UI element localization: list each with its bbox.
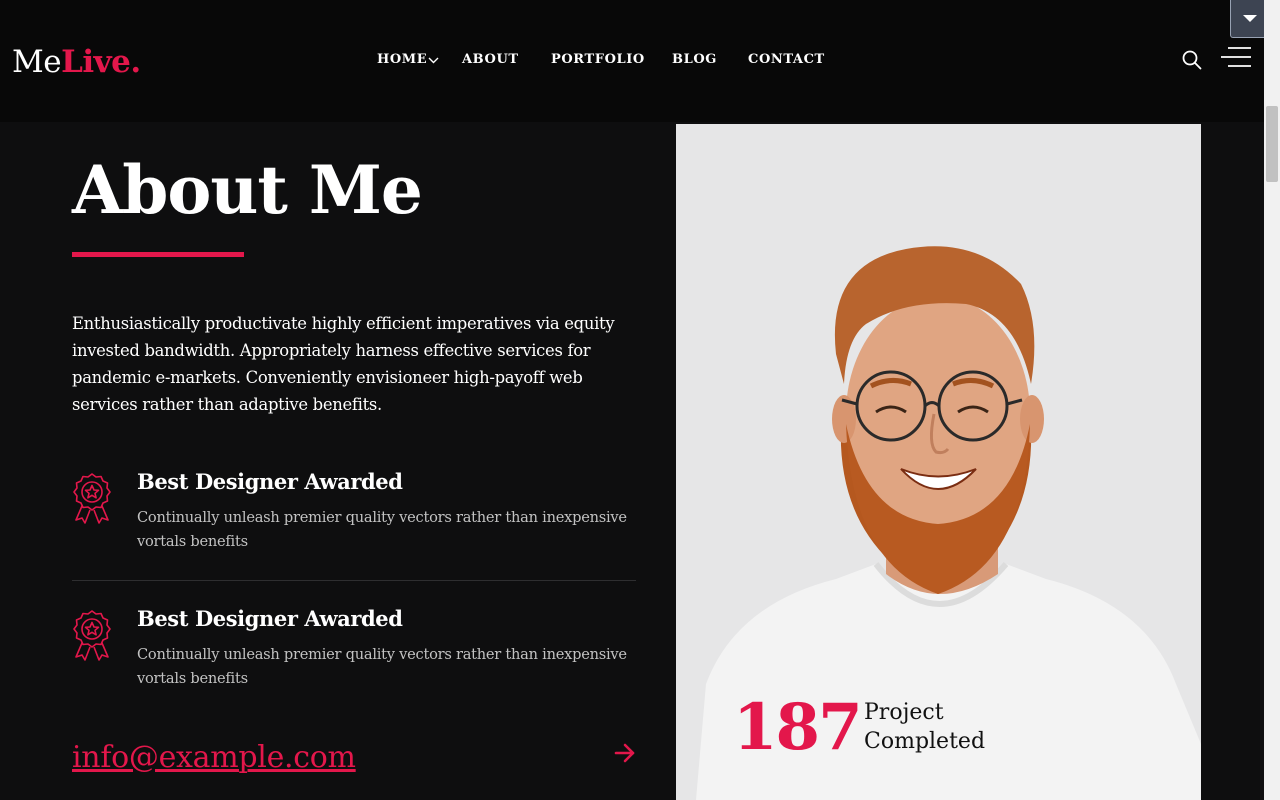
email-link[interactable]: info@example.com <box>72 738 356 778</box>
award-title: Best Designer Awarded <box>137 606 403 631</box>
about-intro: Enthusiastically productivate highly eff… <box>72 314 615 414</box>
logo-dot: . <box>130 44 141 80</box>
nav-item-home[interactable]: HOME <box>377 50 427 70</box>
award-ribbon-icon <box>73 473 111 524</box>
site-logo[interactable]: MeLive. <box>12 40 141 84</box>
chevron-down-icon[interactable] <box>428 57 439 64</box>
nav-item-portfolio[interactable]: PORTFOLIO <box>551 50 645 70</box>
caret-down-icon <box>1243 15 1257 22</box>
scrollbar-thumb[interactable] <box>1266 106 1278 182</box>
stat-label: Project Completed <box>864 700 986 754</box>
logo-text-live: Live <box>61 44 131 80</box>
award-title: Best Designer Awarded <box>137 469 403 494</box>
arrow-right-icon[interactable] <box>614 742 636 764</box>
nav-item-blog[interactable]: BLOG <box>672 50 717 70</box>
nav-item-about[interactable]: ABOUT <box>462 50 519 70</box>
search-icon[interactable] <box>1182 50 1202 70</box>
title-underline <box>72 252 244 257</box>
award-ribbon-icon <box>73 610 111 661</box>
hamburger-menu-icon[interactable] <box>1220 46 1252 68</box>
nav-item-contact[interactable]: CONTACT <box>748 50 825 70</box>
page-title: About Me <box>72 151 423 229</box>
browser-dropdown-button[interactable] <box>1230 0 1268 38</box>
award-description: Continually unleash premier quality vect… <box>137 646 627 687</box>
award-description: Continually unleash premier quality vect… <box>137 509 627 550</box>
site-header: MeLive. HOME ABOUT PORTFOLIO BLOG CONTAC… <box>0 0 1264 122</box>
logo-text-me: Me <box>12 44 62 80</box>
stat-number: 187 <box>733 690 863 765</box>
award-divider <box>72 580 636 581</box>
